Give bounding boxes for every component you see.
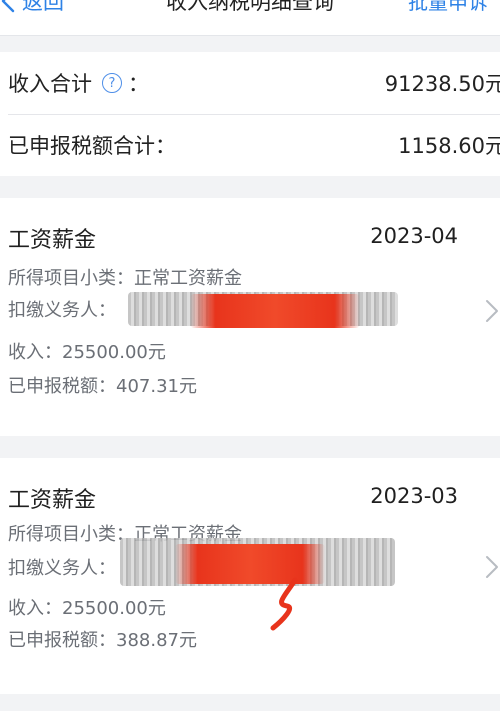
tax-total-label: 已申报税额合计： [8, 134, 176, 158]
record-category: 工资薪金 [8, 228, 97, 253]
record-withholder: 扣缴义务人： [8, 558, 116, 579]
record-tax: 已申报税额：388.87元 [8, 630, 197, 651]
record-period: 2023-04 [370, 224, 458, 248]
record-withholder: 扣缴义务人： [8, 300, 116, 321]
batch-appeal-button[interactable]: 批量申诉 [408, 0, 488, 15]
record-category: 工资薪金 [8, 488, 97, 513]
nav-bar: 返回 收入纳税明细查询 批量申诉 [0, 0, 500, 36]
tax-total-value: 1158.60元 [398, 134, 500, 158]
chevron-right-icon [486, 300, 498, 322]
redaction-mark [190, 294, 360, 328]
record-card[interactable]: 工资薪金 2023-04 所得项目小类：正常工资薪金 扣缴义务人： 收入：255… [0, 198, 500, 436]
tax-total-row: 已申报税额合计： 1158.60元 [0, 114, 500, 176]
summary-panel: 收入合计 ? ： 91238.50元 已申报税额合计： 1158.60元 [0, 52, 500, 176]
income-total-row: 收入合计 ? ： 91238.50元 [0, 52, 500, 114]
income-total-value: 91238.50元 [384, 72, 500, 96]
income-total-colon: ： [128, 72, 149, 96]
record-income: 收入：25500.00元 [8, 598, 166, 619]
income-total-label: 收入合计 [8, 72, 92, 96]
record-income: 收入：25500.00元 [8, 342, 166, 363]
record-subcategory: 所得项目小类：正常工资薪金 [8, 268, 242, 289]
record-period: 2023-03 [370, 484, 458, 508]
record-tax: 已申报税额：407.31元 [8, 376, 197, 397]
income-total-label-group: 收入合计 ? ： [8, 68, 149, 98]
record-card[interactable]: 工资薪金 2023-03 所得项目小类：正常工资薪金 扣缴义务人： 收入：255… [0, 458, 500, 694]
redaction-scribble [270, 577, 298, 631]
chevron-right-icon [486, 556, 498, 578]
help-icon[interactable]: ? [102, 73, 122, 93]
